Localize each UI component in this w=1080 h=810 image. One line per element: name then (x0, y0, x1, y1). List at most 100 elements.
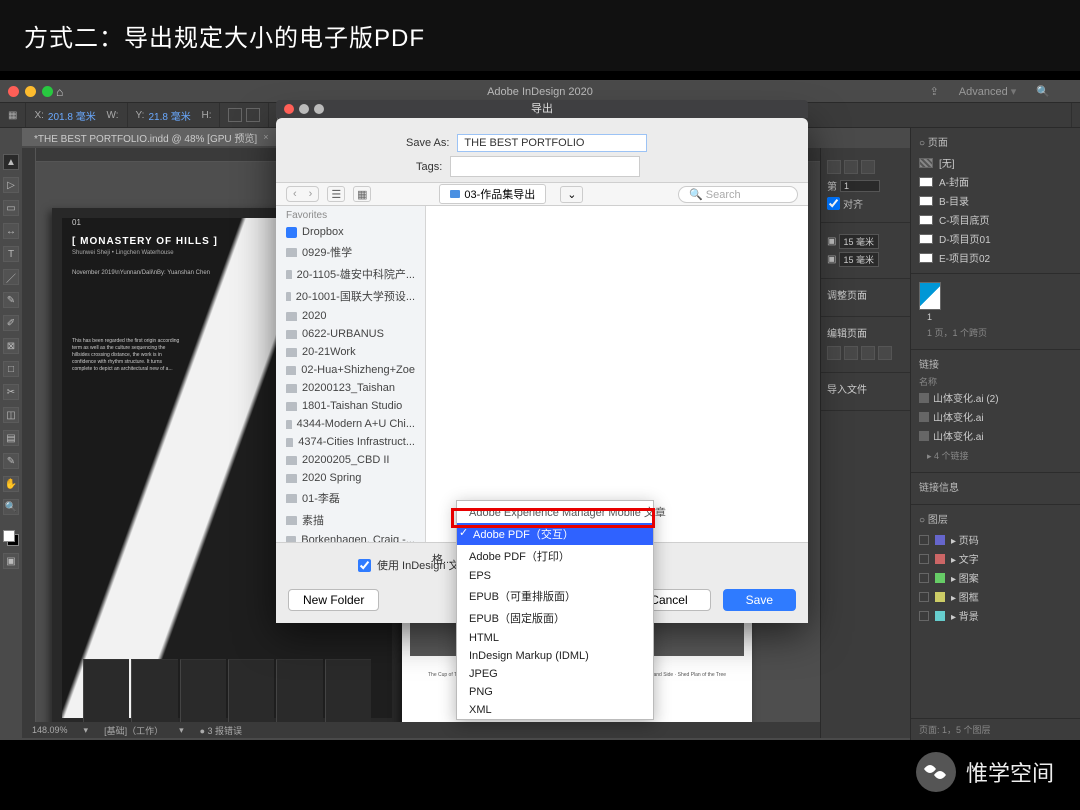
option-checkbox[interactable] (827, 197, 840, 210)
sidebar-folder[interactable]: 2020 Spring (276, 469, 425, 487)
scissors-tool-icon[interactable]: ✂ (3, 384, 19, 400)
sidebar-folder[interactable]: 0929-惟学 (276, 241, 425, 263)
layers-panel-title[interactable]: ○ 图层 (919, 511, 1072, 526)
page-tool-icon[interactable]: ▭ (3, 200, 19, 216)
layer-row[interactable]: ▸ 图框 (919, 587, 1072, 606)
fill-stroke-swatch[interactable] (3, 530, 19, 546)
tags-input[interactable] (450, 156, 640, 177)
use-docname-checkbox[interactable] (358, 559, 371, 572)
direct-select-tool-icon[interactable]: ▷ (3, 177, 19, 193)
location-dropdown[interactable]: 03-作品集导出 (439, 184, 546, 204)
status-sheet[interactable]: [基础]（工作） (104, 724, 163, 737)
sidebar-folder[interactable]: 4374-Cities Infrastruct... (276, 433, 425, 451)
format-dropdown[interactable]: Adobe Experience Manager Mobile 文章 Adobe… (456, 500, 654, 720)
search-input[interactable]: 🔍 Search (678, 186, 798, 203)
y-value[interactable]: 21.8 毫米 (148, 108, 190, 123)
sidebar-folder[interactable]: Dropbox (276, 223, 425, 241)
panel-icon[interactable] (861, 160, 875, 174)
transform-tool-icon[interactable]: ◫ (3, 407, 19, 423)
close-tab-icon[interactable]: × (263, 132, 268, 142)
sidebar-folder[interactable]: 01-李磊 (276, 487, 425, 509)
preflight-status[interactable]: ● 3 报错误 (200, 724, 242, 737)
finder-file-list[interactable] (426, 206, 808, 542)
panel-icon[interactable] (861, 346, 875, 360)
field-input[interactable]: 1 (840, 180, 880, 192)
search-icon[interactable]: 🔍 (1036, 85, 1050, 98)
sidebar-folder[interactable]: 0622-URBANUS (276, 325, 425, 343)
visibility-icon[interactable] (919, 554, 929, 564)
view-columns-icon[interactable]: ☰ (327, 186, 345, 202)
panel-icon[interactable] (827, 160, 841, 174)
gap-tool-icon[interactable]: ↔ (3, 223, 19, 239)
format-option[interactable]: XML (457, 701, 653, 719)
dialog-close-icon[interactable] (284, 104, 294, 114)
view-grid-icon[interactable]: ▦ (353, 186, 371, 202)
links-panel-title[interactable]: 链接 (919, 356, 1072, 371)
link-row[interactable]: 山体变化.ai (2) (919, 388, 1072, 407)
sidebar-folder[interactable]: 素描 (276, 509, 425, 531)
page-thumbnail[interactable] (919, 282, 941, 310)
sidebar-folder[interactable]: 4344-Modern A+U Chi... (276, 415, 425, 433)
new-folder-button[interactable]: New Folder (288, 589, 379, 611)
pencil-tool-icon[interactable]: ✐ (3, 315, 19, 331)
pages-panel-title[interactable]: ○ 页面 (919, 134, 1072, 149)
format-option[interactable]: EPUB（可重排版面） (457, 585, 653, 607)
layer-row[interactable]: ▸ 页码 (919, 530, 1072, 549)
zoom-tool-icon[interactable]: 🔍 (3, 499, 19, 515)
master-page-row[interactable]: B-目录 (919, 191, 1072, 210)
visibility-icon[interactable] (919, 611, 929, 621)
sidebar-folder[interactable]: 20-21Work (276, 343, 425, 361)
zoom-level[interactable]: 148.09% (32, 725, 68, 735)
format-option[interactable]: Adobe Experience Manager Mobile 文章 (457, 501, 653, 523)
panel-icon[interactable] (878, 346, 892, 360)
doc-tab[interactable]: *THE BEST PORTFOLIO.indd @ 48% [GPU 预览]× (22, 128, 281, 146)
panel-icon[interactable] (844, 346, 858, 360)
format-option[interactable]: EPS (457, 567, 653, 585)
format-option-selected[interactable]: Adobe PDF（交互） (457, 523, 653, 545)
sidebar-folder[interactable]: Borkenhagen, Craig -... (276, 531, 425, 542)
line-tool-icon[interactable]: ／ (3, 269, 19, 285)
workspace-switcher[interactable]: Advanced (959, 85, 1017, 98)
visibility-icon[interactable] (919, 573, 929, 583)
selection-tool-icon[interactable]: ▲ (3, 154, 19, 170)
eyedropper-tool-icon[interactable]: ✎ (3, 453, 19, 469)
sidebar-folder[interactable]: 2020 (276, 307, 425, 325)
format-option[interactable]: Adobe PDF（打印） (457, 545, 653, 567)
link-row[interactable]: 山体变化.ai (919, 426, 1072, 445)
hand-tool-icon[interactable]: ✋ (3, 476, 19, 492)
margin-field[interactable]: 15 毫米 (839, 252, 879, 267)
format-option[interactable]: HTML (457, 629, 653, 647)
shear-icon[interactable] (246, 108, 260, 122)
format-option[interactable]: PNG (457, 683, 653, 701)
pen-tool-icon[interactable]: ✎ (3, 292, 19, 308)
sidebar-folder[interactable]: 20200123_Taishan (276, 379, 425, 397)
location-chevron[interactable]: ⌄ (560, 186, 583, 203)
sidebar-folder[interactable]: 20-1105-雄安中科院产... (276, 263, 425, 285)
chevron-left-icon[interactable]: ‹ (287, 187, 303, 201)
ruler-vertical[interactable] (22, 148, 36, 738)
layer-row[interactable]: ▸ 背景 (919, 606, 1072, 625)
layer-row[interactable]: ▸ 图案 (919, 568, 1072, 587)
save-button[interactable]: Save (723, 589, 796, 611)
rectangle-frame-tool-icon[interactable]: ⊠ (3, 338, 19, 354)
save-as-input[interactable] (457, 134, 647, 152)
panel-icon[interactable] (844, 160, 858, 174)
rotate-icon[interactable] (228, 108, 242, 122)
visibility-icon[interactable] (919, 535, 929, 545)
margin-field[interactable]: 15 毫米 (839, 234, 879, 249)
master-page-row[interactable]: E-项目页02 (919, 248, 1072, 267)
master-page-row[interactable]: C-项目底页 (919, 210, 1072, 229)
format-option[interactable]: EPUB（固定版面） (457, 607, 653, 629)
layer-row[interactable]: ▸ 文字 (919, 549, 1072, 568)
sidebar-folder[interactable]: 20-1001-国联大学预设... (276, 285, 425, 307)
master-page-row[interactable]: [无] (919, 153, 1072, 172)
view-mode-icon[interactable]: ▣ (3, 553, 19, 569)
format-option[interactable]: JPEG (457, 665, 653, 683)
master-page-row[interactable]: A-封面 (919, 172, 1072, 191)
format-option[interactable]: InDesign Markup (IDML) (457, 647, 653, 665)
reference-point[interactable]: ▦ (8, 103, 26, 127)
share-icon[interactable]: ⇪ (930, 85, 939, 98)
nav-back-forward[interactable]: ‹› (286, 186, 319, 202)
x-value[interactable]: 201.8 毫米 (48, 108, 96, 123)
sidebar-folder[interactable]: 1801-Taishan Studio (276, 397, 425, 415)
